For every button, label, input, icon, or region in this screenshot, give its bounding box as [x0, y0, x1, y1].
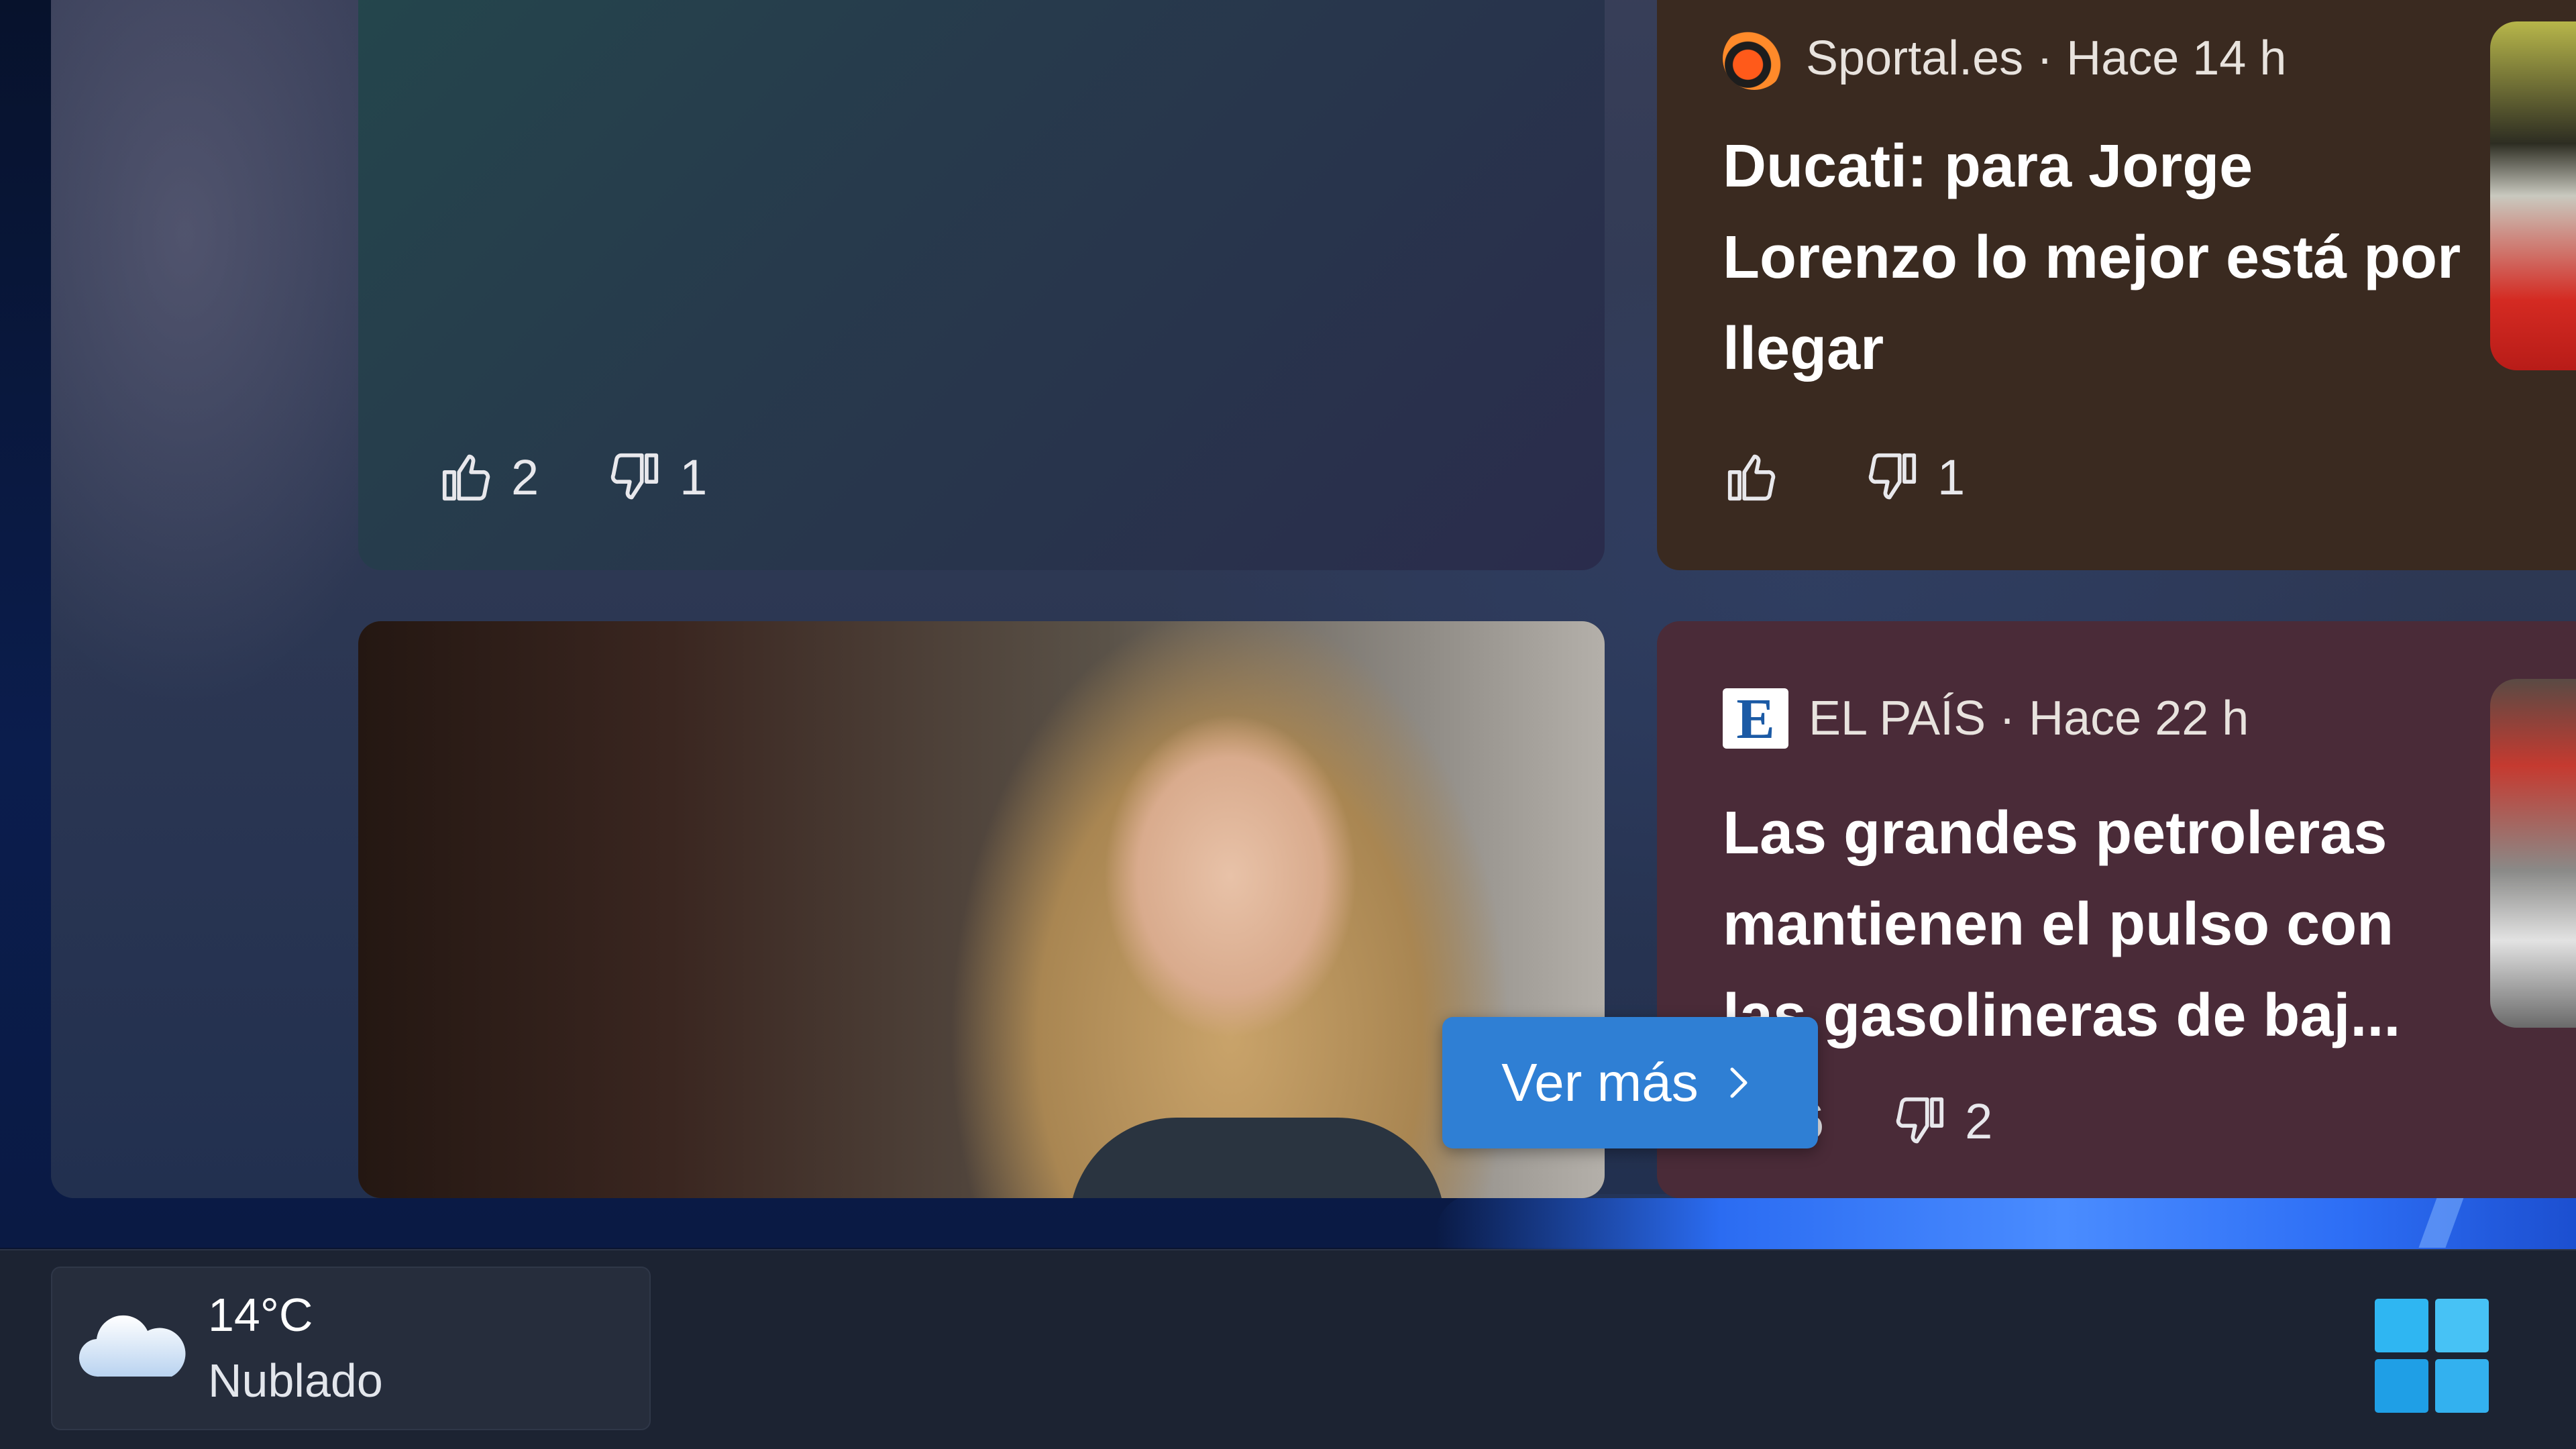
card-source: E EL PAÍS · Hace 22 h	[1723, 688, 2249, 749]
weather-temperature: 14°C	[208, 1289, 313, 1341]
card-headline[interactable]: Ducati: para Jorge Lorenzo lo mejor está…	[1723, 121, 2494, 394]
taskbar: 14°C Nublado	[0, 1249, 2576, 1449]
news-image-card[interactable]	[358, 621, 1605, 1198]
like-button[interactable]	[1723, 448, 1796, 506]
dislike-count: 2	[1965, 1093, 1993, 1149]
thumbs-down-icon	[1896, 1097, 1944, 1144]
like-button[interactable]: 2	[437, 448, 539, 506]
sportal-logo-icon	[1723, 27, 1786, 90]
widgets-panel-sidebar	[51, 0, 373, 1198]
thumbs-up-icon	[1727, 454, 1776, 501]
dislike-button[interactable]: 1	[1864, 448, 1965, 506]
dislike-count: 1	[1937, 449, 1966, 505]
news-thumbnail[interactable]	[2490, 21, 2576, 370]
weather-condition: Nublado	[208, 1354, 383, 1407]
source-label: EL PAÍS · Hace 22 h	[1809, 692, 2249, 745]
chevron-right-icon	[1730, 1067, 1748, 1098]
source-label: Sportal.es · Hace 14 h	[1806, 32, 2287, 85]
dislike-count: 1	[680, 449, 708, 505]
dislike-button[interactable]: 2	[1891, 1092, 1992, 1150]
card-source: Sportal.es · Hace 14 h	[1723, 27, 2286, 90]
desktop: 2 1 Sportal.es · Hace 14 h Ducati: para …	[0, 0, 2576, 1449]
card-headline[interactable]: Las grandes petroleras mantienen el puls…	[1723, 788, 2494, 1061]
news-thumbnail[interactable]	[2490, 679, 2576, 1028]
like-count: 2	[511, 449, 539, 505]
cloud-icon	[78, 1315, 186, 1377]
weather-widget[interactable]: 14°C Nublado	[51, 1267, 651, 1430]
thumbs-down-icon	[1868, 453, 1917, 500]
thumbs-up-icon	[442, 454, 490, 501]
elpais-logo-icon: E	[1723, 688, 1788, 749]
news-card[interactable]: 2 1	[358, 0, 1605, 570]
see-more-label: Ver más	[1501, 1053, 1699, 1112]
see-more-button[interactable]: Ver más	[1442, 1017, 1818, 1148]
thumbs-down-icon	[611, 453, 659, 500]
card-reactions: 2 1	[437, 448, 774, 506]
news-card[interactable]: Sportal.es · Hace 14 h Ducati: para Jorg…	[1657, 0, 2576, 570]
windows-start-icon[interactable]	[2375, 1299, 2489, 1413]
card-reactions: 1	[1723, 448, 2032, 506]
portrait-photo	[358, 621, 1605, 1198]
dislike-button[interactable]: 1	[606, 448, 707, 506]
